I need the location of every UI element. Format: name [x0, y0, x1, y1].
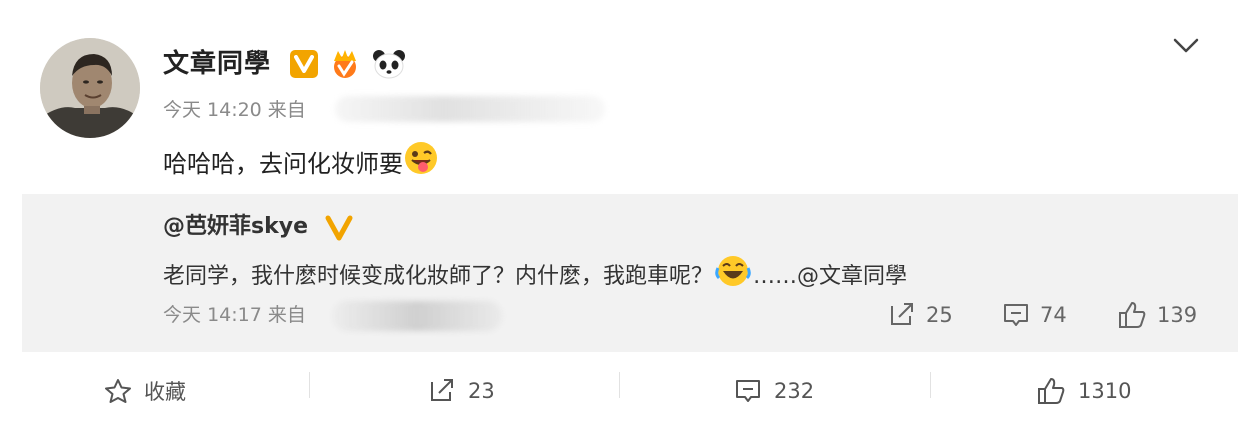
- comment-count: 232: [774, 379, 815, 403]
- repost-icon: [891, 303, 913, 325]
- mention-link[interactable]: @文章同學: [797, 260, 907, 294]
- panda-icon[interactable]: [372, 48, 406, 80]
- repost-button[interactable]: 23: [428, 376, 495, 406]
- like-button[interactable]: 1310: [1036, 376, 1131, 406]
- post-time[interactable]: 14:20: [207, 99, 262, 121]
- verified-v-icon[interactable]: [290, 50, 318, 78]
- quoted-time[interactable]: 14:17: [207, 304, 262, 326]
- like-count: 1310: [1078, 379, 1132, 403]
- blurred-source: [335, 96, 605, 122]
- quoted-repost-count: 25: [926, 303, 953, 327]
- crown-icon[interactable]: [328, 49, 362, 79]
- quoted-like-count: 139: [1157, 303, 1198, 327]
- quoted-like-button[interactable]: 139: [1117, 300, 1197, 330]
- post-content: 哈哈哈，去问化妆师要: [163, 140, 439, 187]
- time-prefix: 今天: [163, 304, 202, 326]
- divider: [619, 372, 620, 398]
- author-name[interactable]: 文章同學: [163, 46, 271, 82]
- star-icon: [105, 379, 131, 403]
- quoted-comment-button[interactable]: 74: [1002, 300, 1067, 330]
- tongue-emoji: [403, 140, 439, 187]
- divider: [930, 372, 931, 398]
- blurred-source: [332, 301, 502, 331]
- like-icon: [1038, 378, 1065, 404]
- source-prefix: 来自: [267, 99, 306, 121]
- time-prefix: 今天: [163, 99, 202, 121]
- avatar[interactable]: [40, 38, 140, 138]
- post-text: 哈哈哈，去问化妆师要: [163, 149, 403, 178]
- quoted-meta: 今天 14:17 来自: [163, 302, 306, 328]
- divider: [309, 372, 310, 398]
- post-meta: 今天 14:20 来自: [163, 97, 312, 123]
- quoted-user-name[interactable]: @芭妍菲skye: [163, 212, 308, 242]
- quoted-repost-button[interactable]: 25: [888, 300, 953, 330]
- comment-icon: [736, 380, 760, 402]
- chevron-down-icon[interactable]: [1170, 32, 1202, 60]
- verified-v-icon: [324, 214, 354, 242]
- comment-icon: [1004, 304, 1028, 326]
- weibo-post-card: 文章同學 今天 14:20 来自 哈哈哈，去问化妆师要 @芭妍菲skye 老同学…: [0, 0, 1246, 426]
- laugh-cry-emoji: [715, 254, 751, 299]
- comment-button[interactable]: 232: [734, 376, 814, 406]
- like-icon: [1119, 302, 1146, 328]
- quoted-comment-count: 74: [1040, 303, 1067, 327]
- source-prefix: 来自: [267, 304, 306, 326]
- repost-count: 23: [468, 379, 495, 403]
- quoted-content: 老同学，我什麽时候变成化妝師了？内什麽，我跑車呢？ …… @文章同學: [163, 254, 907, 299]
- quoted-text: 老同学，我什麽时候变成化妝師了？内什麽，我跑車呢？: [163, 263, 714, 289]
- quoted-ellipsis: ……: [753, 263, 798, 289]
- repost-icon: [431, 379, 453, 401]
- quoted-post[interactable]: @芭妍菲skye 老同学，我什麽时候变成化妝師了？内什麽，我跑車呢？ …… @文…: [22, 194, 1238, 352]
- author-badges: [290, 46, 406, 82]
- favorite-button[interactable]: 收藏: [104, 376, 186, 406]
- post-action-bar: 收藏 23 232 1310: [0, 370, 1246, 426]
- favorite-label: 收藏: [144, 380, 186, 404]
